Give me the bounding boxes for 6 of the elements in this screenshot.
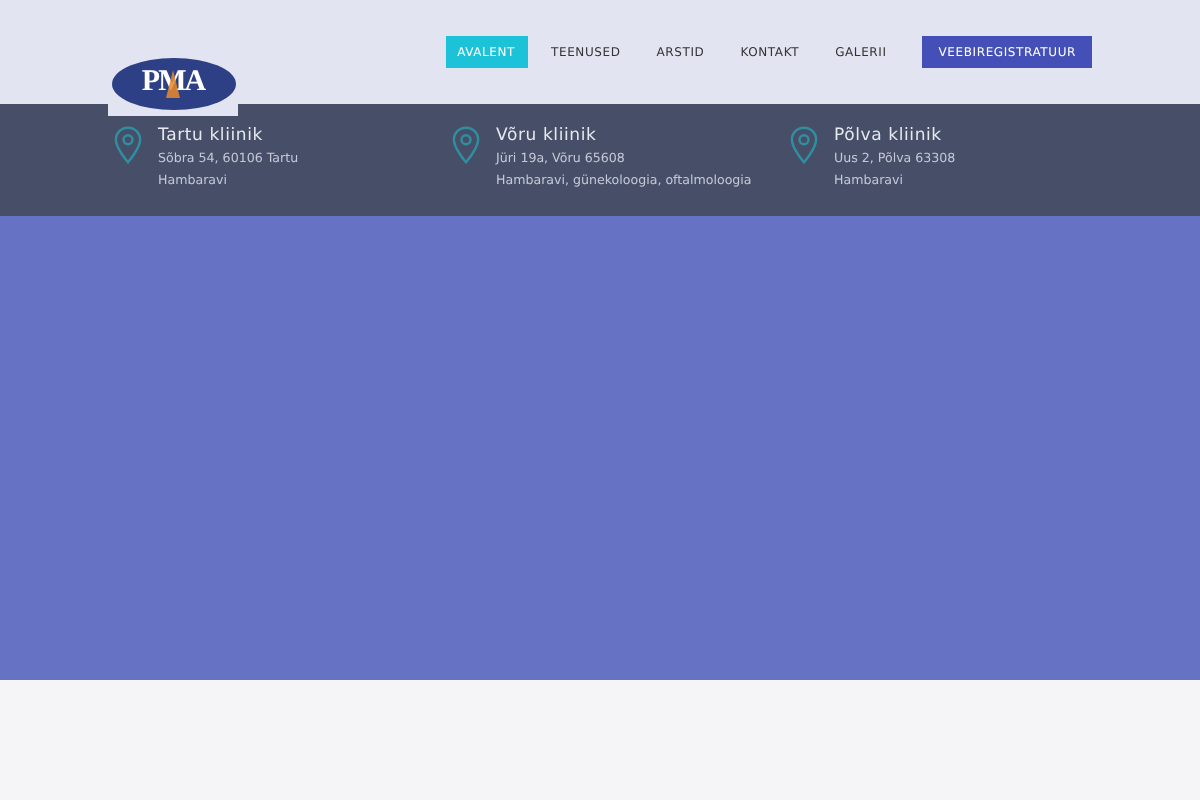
clinic-name: Tartu kliinik	[158, 124, 265, 148]
location-pin-icon	[790, 126, 818, 164]
location-pin-icon	[452, 126, 480, 164]
clinic-name: Võru kliinik	[496, 124, 599, 148]
location-pin-icon	[114, 126, 142, 164]
clinic-name: Põlva kliinik	[834, 124, 944, 148]
